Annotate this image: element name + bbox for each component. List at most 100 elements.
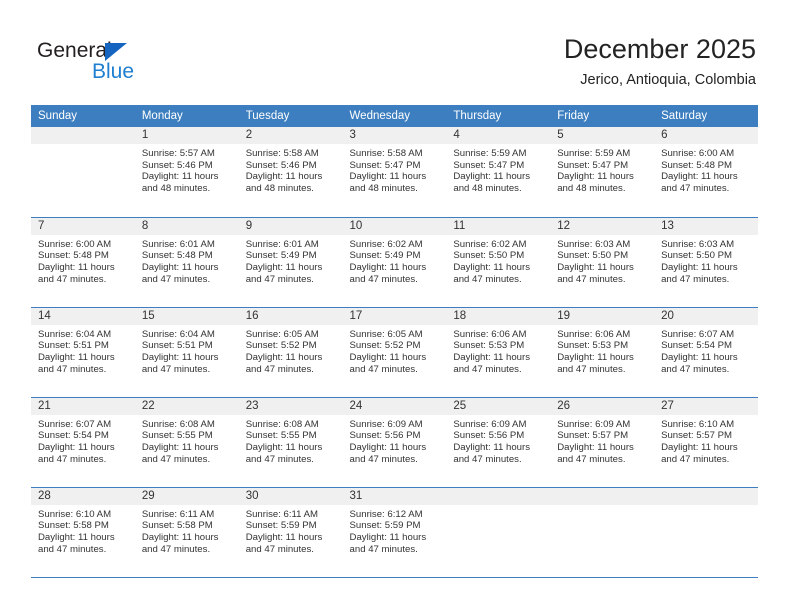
day-details: Sunrise: 6:02 AM Sunset: 5:50 PM Daylight:…	[446, 235, 550, 286]
daylight-text: Daylight: 11 hours and 48 minutes.	[453, 171, 530, 195]
calendar-day-cell[interactable]: 23 Sunrise: 6:08 AM Sunset: 5:55 PM Dayligh…	[238, 397, 343, 488]
day-details: Sunrise: 6:04 AM Sunset: 5:51 PM Daylight:…	[31, 325, 135, 376]
day-number: 23	[238, 397, 343, 415]
sunrise-text: Sunrise: 6:00 AM	[661, 148, 735, 159]
day-number: 30	[238, 487, 343, 505]
sunset-text: Sunset: 5:55 PM	[245, 430, 317, 442]
calendar-day-cell[interactable]: 22 Sunrise: 6:08 AM Sunset: 5:55 PM Dayligh…	[134, 397, 239, 488]
calendar-day-cell[interactable]: 28 Sunrise: 6:10 AM Sunset: 5:58 PM Dayligh…	[31, 487, 135, 578]
calendar-day-cell[interactable]: 24 Sunrise: 6:09 AM Sunset: 5:56 PM Dayligh…	[342, 397, 447, 488]
calendar-day-cell[interactable]: 13 Sunrise: 6:03 AM Sunset: 5:50 PM Dayligh…	[654, 217, 758, 308]
calendar-day-cell[interactable]: 16 Sunrise: 6:05 AM Sunset: 5:52 PM Dayligh…	[238, 307, 343, 398]
day-number: 3	[342, 127, 447, 144]
calendar-day-cell[interactable]: 2 Sunrise: 5:58 AM Sunset: 5:46 PM Daylight…	[238, 127, 343, 218]
calendar-day-cell[interactable]: 20 Sunrise: 6:07 AM Sunset: 5:54 PM Dayligh…	[654, 307, 758, 398]
calendar-day-cell[interactable]: 17 Sunrise: 6:05 AM Sunset: 5:52 PM Dayligh…	[342, 307, 447, 398]
sunset-text: Sunset: 5:57 PM	[557, 430, 629, 442]
daylight-text: Daylight: 11 hours and 47 minutes.	[141, 351, 219, 375]
daylight-text: Daylight: 11 hours and 47 minutes.	[661, 171, 738, 195]
day-number	[446, 487, 551, 505]
sunrise-text: Sunrise: 6:11 AM	[141, 508, 215, 520]
day-details: Sunrise: 6:05 AM Sunset: 5:52 PM Daylight:…	[239, 325, 343, 376]
sunrise-text: Sunrise: 6:01 AM	[141, 238, 215, 250]
day-number: 24	[342, 397, 447, 415]
calendar-day-cell[interactable]: 26 Sunrise: 6:09 AM Sunset: 5:57 PM Dayligh…	[550, 397, 655, 488]
day-number: 29	[134, 487, 239, 505]
day-details: Sunrise: 5:58 AM Sunset: 5:46 PM Daylight:…	[239, 144, 343, 195]
daylight-text: Daylight: 11 hours and 47 minutes.	[557, 351, 634, 375]
sunset-text: Sunset: 5:48 PM	[38, 250, 109, 262]
sunset-text: Sunset: 5:56 PM	[453, 430, 525, 442]
calendar-day-cell[interactable]: 29 Sunrise: 6:11 AM Sunset: 5:58 PM Dayligh…	[134, 487, 239, 578]
day-number: 21	[31, 397, 135, 415]
day-details: Sunrise: 6:09 AM Sunset: 5:56 PM Daylight:…	[343, 415, 447, 466]
day-number	[550, 487, 655, 505]
day-number	[31, 127, 135, 144]
daylight-text: Daylight: 11 hours and 47 minutes.	[453, 441, 530, 465]
sunset-text: Sunset: 5:47 PM	[453, 159, 525, 171]
day-number: 13	[654, 217, 758, 235]
calendar-day-cell[interactable]: 1 Sunrise: 5:57 AM Sunset: 5:46 PM Daylight…	[134, 127, 239, 218]
day-number: 20	[654, 307, 758, 325]
day-details: Sunrise: 6:07 AM Sunset: 5:54 PM Daylight:…	[654, 325, 758, 376]
sunset-text: Sunset: 5:46 PM	[141, 159, 213, 171]
calendar-day-cell[interactable]: 4 Sunrise: 5:59 AM Sunset: 5:47 PM Daylight…	[446, 127, 551, 218]
calendar-day-cell[interactable]: 30 Sunrise: 6:11 AM Sunset: 5:59 PM Dayligh…	[238, 487, 343, 578]
calendar-day-cell[interactable]: 8 Sunrise: 6:01 AM Sunset: 5:48 PM Daylight…	[134, 217, 239, 308]
calendar-day-cell[interactable]: 14 Sunrise: 6:04 AM Sunset: 5:51 PM Dayligh…	[31, 307, 135, 398]
calendar-day-cell[interactable]: 7 Sunrise: 6:00 AM Sunset: 5:48 PM Daylight…	[31, 217, 135, 308]
sunrise-text: Sunrise: 6:10 AM	[661, 418, 735, 430]
sunset-text: Sunset: 5:58 PM	[141, 520, 213, 532]
calendar-day-cell[interactable]: 15 Sunrise: 6:04 AM Sunset: 5:51 PM Dayligh…	[134, 307, 239, 398]
daylight-text: Daylight: 11 hours and 47 minutes.	[38, 351, 115, 375]
page-header: General Blue December 2025 Jerico, Antio…	[0, 0, 792, 104]
sunset-text: Sunset: 5:49 PM	[349, 250, 421, 262]
sunset-text: Sunset: 5:55 PM	[141, 430, 213, 442]
calendar-day-cell[interactable]: 27 Sunrise: 6:10 AM Sunset: 5:57 PM Dayligh…	[654, 397, 758, 488]
daylight-text: Daylight: 11 hours and 47 minutes.	[38, 531, 115, 555]
daylight-text: Daylight: 11 hours and 47 minutes.	[661, 441, 738, 465]
calendar-day-cell[interactable]: 11 Sunrise: 6:02 AM Sunset: 5:50 PM Dayligh…	[446, 217, 551, 308]
weekday-header-row: Sunday Monday Tuesday Wednesday Thursday Frid…	[31, 105, 758, 127]
calendar-day-cell[interactable]: 19 Sunrise: 6:06 AM Sunset: 5:53 PM Dayligh…	[550, 307, 655, 398]
calendar-day-cell[interactable]: 5 Sunrise: 5:59 AM Sunset: 5:47 PM Daylight…	[550, 127, 655, 218]
day-number: 25	[446, 397, 551, 415]
calendar-day-cell[interactable]: 9 Sunrise: 6:01 AM Sunset: 5:49 PM Daylight…	[238, 217, 343, 308]
day-number	[654, 487, 758, 505]
day-details: Sunrise: 6:10 AM Sunset: 5:57 PM Daylight:…	[654, 415, 758, 466]
calendar-week-row: 14 Sunrise: 6:04 AM Sunset: 5:51 PM Dayligh…	[31, 307, 758, 398]
daylight-text: Daylight: 11 hours and 47 minutes.	[557, 441, 634, 465]
calendar-day-cell-empty	[550, 487, 655, 578]
sunset-text: Sunset: 5:53 PM	[557, 340, 629, 352]
daylight-text: Daylight: 11 hours and 47 minutes.	[453, 351, 530, 375]
day-details: Sunrise: 6:01 AM Sunset: 5:48 PM Daylight:…	[135, 235, 239, 286]
sunrise-text: Sunrise: 6:09 AM	[453, 418, 527, 430]
calendar-day-cell[interactable]: 25 Sunrise: 6:09 AM Sunset: 5:56 PM Dayligh…	[446, 397, 551, 488]
calendar-day-cell[interactable]: 12 Sunrise: 6:03 AM Sunset: 5:50 PM Dayligh…	[550, 217, 655, 308]
day-number: 28	[31, 487, 135, 505]
day-number: 16	[238, 307, 343, 325]
day-details: Sunrise: 6:03 AM Sunset: 5:50 PM Daylight:…	[550, 235, 654, 286]
sunrise-text: Sunrise: 6:04 AM	[38, 328, 112, 340]
calendar-day-cell[interactable]: 18 Sunrise: 6:06 AM Sunset: 5:53 PM Dayligh…	[446, 307, 551, 398]
calendar-day-cell[interactable]: 6 Sunrise: 6:00 AM Sunset: 5:48 PM Daylight…	[654, 127, 758, 218]
calendar-day-cell[interactable]: 10 Sunrise: 6:02 AM Sunset: 5:49 PM Dayligh…	[342, 217, 447, 308]
day-number: 19	[550, 307, 655, 325]
calendar-day-cell[interactable]: 31 Sunrise: 6:12 AM Sunset: 5:59 PM Dayligh…	[342, 487, 447, 578]
day-number: 9	[238, 217, 343, 235]
sunrise-text: Sunrise: 6:08 AM	[245, 418, 319, 430]
sunset-text: Sunset: 5:48 PM	[141, 250, 213, 262]
sunrise-text: Sunrise: 6:08 AM	[141, 418, 215, 430]
calendar-day-cell[interactable]: 21 Sunrise: 6:07 AM Sunset: 5:54 PM Dayligh…	[31, 397, 135, 488]
day-number: 5	[550, 127, 655, 144]
day-details: Sunrise: 6:00 AM Sunset: 5:48 PM Daylight:…	[654, 144, 758, 195]
day-details: Sunrise: 6:11 AM Sunset: 5:58 PM Daylight:…	[135, 505, 239, 556]
sunrise-text: Sunrise: 6:06 AM	[453, 328, 527, 340]
day-details: Sunrise: 6:07 AM Sunset: 5:54 PM Daylight:…	[31, 415, 135, 466]
day-details: Sunrise: 6:09 AM Sunset: 5:57 PM Daylight:…	[550, 415, 654, 466]
sunset-text: Sunset: 5:54 PM	[38, 430, 109, 442]
sunset-text: Sunset: 5:50 PM	[453, 250, 525, 262]
day-details: Sunrise: 6:09 AM Sunset: 5:56 PM Daylight:…	[446, 415, 550, 466]
calendar-day-cell[interactable]: 3 Sunrise: 5:58 AM Sunset: 5:47 PM Daylight…	[342, 127, 447, 218]
sunrise-text: Sunrise: 6:06 AM	[557, 328, 631, 340]
